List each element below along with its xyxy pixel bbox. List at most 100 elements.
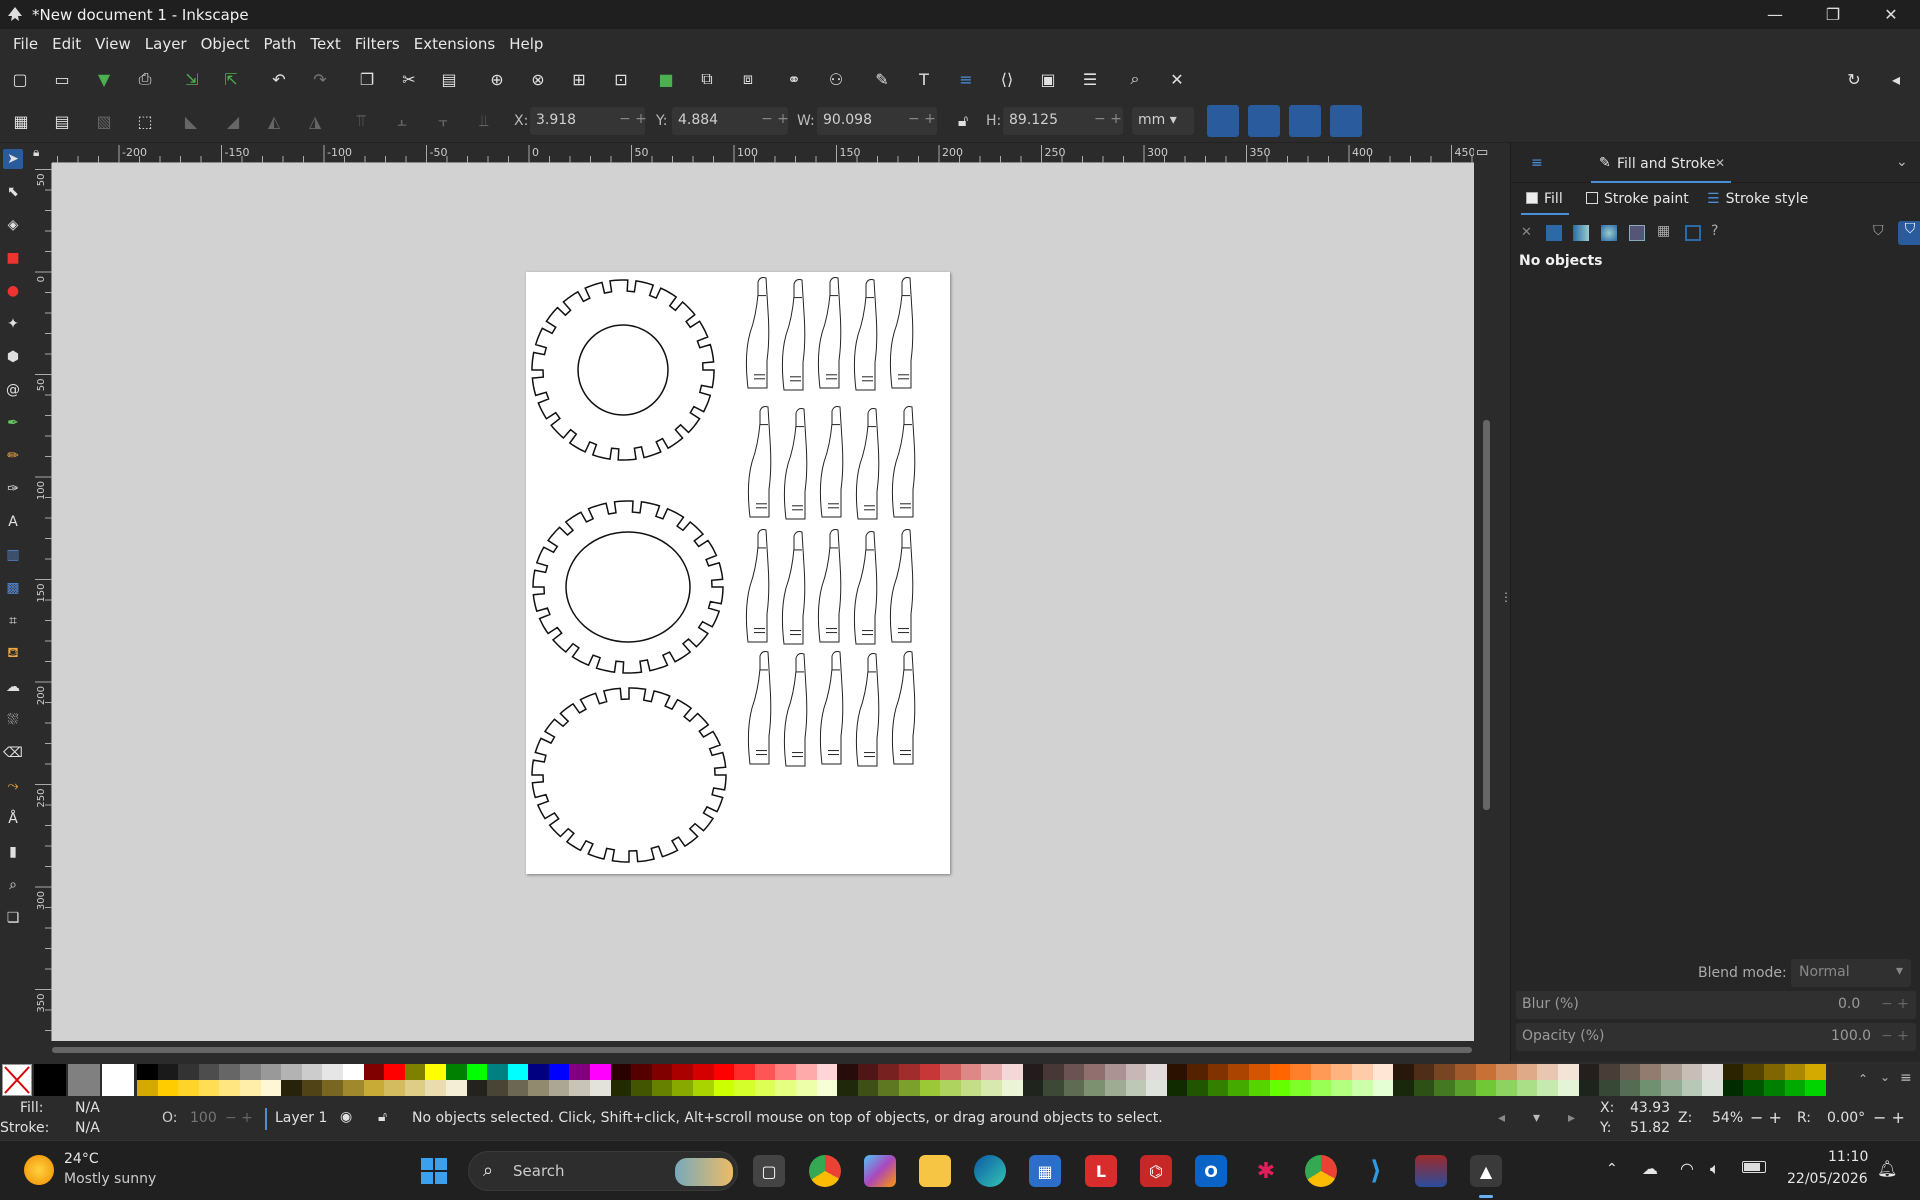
- bottle-piece[interactable]: [889, 277, 914, 389]
- palette-swatch[interactable]: [322, 1080, 343, 1096]
- palette-swatch[interactable]: [425, 1064, 446, 1080]
- gradient-tool-icon[interactable]: ▥: [3, 545, 23, 565]
- palette-swatch[interactable]: [445, 1080, 467, 1096]
- swatch-black[interactable]: [34, 1064, 66, 1096]
- palette-swatch[interactable]: [672, 1080, 694, 1096]
- palette-swatch[interactable]: [816, 1080, 838, 1096]
- 3dbox-tool-icon[interactable]: ⬢: [3, 347, 23, 367]
- palette-swatch[interactable]: [734, 1064, 755, 1080]
- palette-swatch[interactable]: [1104, 1080, 1126, 1096]
- layer-dropdown-icon[interactable]: ▾: [1533, 1110, 1540, 1126]
- notification-bell-icon[interactable]: 🔔︎: [1877, 1159, 1897, 1178]
- palette-swatch[interactable]: [342, 1064, 364, 1080]
- palette-swatch[interactable]: [260, 1064, 282, 1080]
- menu-text[interactable]: Text: [303, 35, 347, 53]
- palette-swatch[interactable]: [898, 1064, 920, 1080]
- measure-tool-icon[interactable]: ▮: [3, 842, 23, 862]
- x-stepper[interactable]: − +: [619, 111, 647, 127]
- nonzero-icon[interactable]: ⛉: [1898, 221, 1920, 245]
- palette-swatch[interactable]: [713, 1064, 735, 1080]
- palette-swatch[interactable]: [1557, 1080, 1579, 1096]
- spray-tool-icon[interactable]: ⛆: [3, 710, 23, 730]
- raise-icon[interactable]: ⫠: [391, 110, 413, 132]
- battery-icon[interactable]: [1742, 1161, 1766, 1173]
- palette-swatch[interactable]: [1228, 1064, 1250, 1080]
- tab-fill[interactable]: Fill: [1526, 191, 1563, 207]
- palette-swatch[interactable]: [1805, 1080, 1826, 1096]
- flip-v-icon[interactable]: ◮: [304, 110, 326, 132]
- palette-swatch[interactable]: [404, 1064, 426, 1080]
- cut-icon[interactable]: ✂: [398, 68, 420, 90]
- palette-swatch[interactable]: [425, 1080, 446, 1096]
- flat-color-icon[interactable]: [1546, 225, 1562, 241]
- minimize-button[interactable]: —: [1746, 0, 1804, 29]
- evenodd-icon[interactable]: ⛉: [1873, 223, 1884, 239]
- palette-swatch[interactable]: [1043, 1064, 1064, 1080]
- eraser-tool-icon[interactable]: ⌫: [3, 743, 23, 763]
- palette-swatch[interactable]: [301, 1080, 323, 1096]
- palette-swatch[interactable]: [178, 1080, 199, 1096]
- palette-swatch[interactable]: [1660, 1064, 1682, 1080]
- menu-file[interactable]: File: [6, 35, 45, 53]
- select-all-layers-icon[interactable]: ▤: [51, 110, 73, 132]
- palette-swatch[interactable]: [754, 1064, 776, 1080]
- palette-swatch[interactable]: [528, 1064, 549, 1080]
- palette-swatch[interactable]: [1372, 1064, 1394, 1080]
- lower-bottom-icon[interactable]: ⫫: [473, 110, 495, 132]
- palette-swatch[interactable]: [878, 1080, 899, 1096]
- bottle-piece[interactable]: [891, 651, 916, 765]
- palette-swatch[interactable]: [1516, 1080, 1538, 1096]
- palette-swatch[interactable]: [857, 1064, 879, 1080]
- palette-swatch[interactable]: [590, 1080, 611, 1096]
- export-icon[interactable]: ⇱: [220, 68, 242, 90]
- layers-tab-icon[interactable]: ≡: [1531, 155, 1543, 171]
- palette-swatch[interactable]: [1207, 1080, 1229, 1096]
- palette-swatch[interactable]: [878, 1064, 899, 1080]
- bottle-piece[interactable]: [781, 279, 806, 391]
- palette-swatch[interactable]: [1722, 1064, 1744, 1080]
- weather-sun-icon[interactable]: [24, 1155, 54, 1185]
- palette-swatch[interactable]: [1660, 1080, 1682, 1096]
- palette-swatch[interactable]: [1702, 1080, 1723, 1096]
- lpe-tool-icon[interactable]: Å: [3, 809, 23, 829]
- group-icon[interactable]: ⚭: [783, 68, 805, 90]
- palette-swatch[interactable]: [404, 1080, 426, 1096]
- palette-swatch[interactable]: [1043, 1080, 1064, 1096]
- rotate-stepper[interactable]: − +: [1873, 1108, 1905, 1127]
- palette-swatch[interactable]: [1187, 1064, 1208, 1080]
- task-view-icon[interactable]: ▢: [753, 1155, 785, 1187]
- palette-swatch[interactable]: [960, 1080, 982, 1096]
- gear-shape[interactable]: [531, 279, 715, 461]
- palette-swatch[interactable]: [1022, 1080, 1044, 1096]
- palette-swatch[interactable]: [1269, 1064, 1291, 1080]
- zoom-tool-icon[interactable]: ⌕: [3, 875, 23, 895]
- palette-swatch[interactable]: [1496, 1064, 1517, 1080]
- volume-icon[interactable]: 🔈︎: [1710, 1159, 1720, 1179]
- palette-swatch[interactable]: [301, 1064, 323, 1080]
- collapse-icon[interactable]: ◂: [1885, 68, 1907, 90]
- layers-icon[interactable]: ≡: [955, 68, 977, 90]
- opacity-field[interactable]: Opacity (%) 100.0 − +: [1516, 1023, 1916, 1051]
- palette-swatch[interactable]: [281, 1080, 302, 1096]
- temperature[interactable]: 24°C: [64, 1151, 99, 1167]
- palette-scroll-up-icon[interactable]: ⌃: [1858, 1072, 1868, 1086]
- palette-swatch[interactable]: [1063, 1064, 1085, 1080]
- palette-swatch[interactable]: [1722, 1080, 1744, 1096]
- palette-swatch[interactable]: [507, 1064, 529, 1080]
- calligraphy-tool-icon[interactable]: ✑: [3, 479, 23, 499]
- selector-tool-icon[interactable]: ➤: [3, 149, 23, 169]
- layer-select[interactable]: Layer 1: [275, 1110, 327, 1126]
- palette-swatch[interactable]: [693, 1064, 714, 1080]
- palette-swatch[interactable]: [1001, 1080, 1023, 1096]
- windows-start-icon[interactable]: [418, 1155, 450, 1187]
- bottle-piece[interactable]: [819, 651, 844, 765]
- menu-path[interactable]: Path: [256, 35, 303, 53]
- panel-resize-handle[interactable]: ⋮: [1500, 591, 1512, 609]
- deselect-icon[interactable]: ▧: [93, 110, 115, 132]
- palette-swatch[interactable]: [1640, 1080, 1661, 1096]
- tab-fill-and-stroke[interactable]: ✎ Fill and Stroke ✕: [1591, 147, 1731, 183]
- palette-swatch[interactable]: [1001, 1064, 1023, 1080]
- scale-stroke-toggle[interactable]: [1207, 105, 1239, 137]
- palette-swatch[interactable]: [1455, 1080, 1476, 1096]
- next-layer-icon[interactable]: ▸: [1568, 1110, 1575, 1126]
